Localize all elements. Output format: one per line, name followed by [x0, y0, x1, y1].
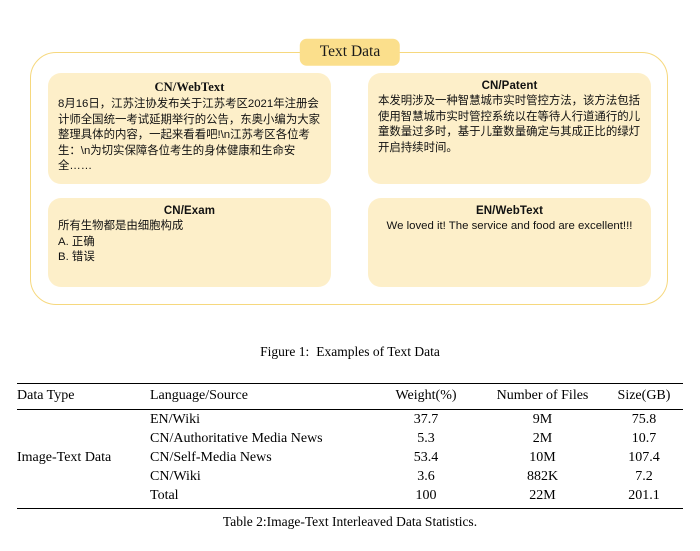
example-card-title: CN/Exam	[163, 204, 216, 217]
table-bottom-rule	[17, 505, 683, 509]
cell-size: 107.4	[628, 449, 660, 465]
cell-source: CN/Authoritative Media News	[150, 430, 323, 446]
example-cards-grid: CN/WebText 8月16日，江苏注协发布关于江苏考区2021年注册会计师全…	[48, 73, 652, 287]
table-row: Image-Text Data EN/Wiki 37.7 9M 75.8	[17, 410, 683, 465]
example-card-title: EN/WebText	[475, 204, 544, 217]
column-header-data-type: Data Type	[17, 384, 150, 410]
figure-caption: Figure 1: Examples of Text Data	[0, 344, 700, 360]
example-card-body: We loved it! The service and food are ex…	[386, 219, 633, 232]
cell-size: 10.7	[631, 430, 657, 446]
example-card-en-webtext: EN/WebText We loved it! The service and …	[368, 197, 651, 287]
table-caption: Table 2:Image-Text Interleaved Data Stat…	[0, 514, 700, 530]
statistics-table: Data Type Language/Source Weight(%) Numb…	[17, 383, 683, 509]
table-header-row: Data Type Language/Source Weight(%) Numb…	[17, 384, 683, 410]
cell-weight: 100	[415, 487, 437, 503]
cell-source: Total	[150, 487, 179, 503]
cell-source: EN/Wiki	[150, 411, 200, 427]
table-body: Image-Text Data EN/Wiki 37.7 9M 75.8 CN/…	[17, 410, 683, 509]
cell-weight: 5.3	[417, 430, 435, 446]
row-group-label-image-text-data: Image-Text Data	[17, 449, 112, 465]
figure-caption-label: Figure 1:	[260, 344, 310, 359]
table-caption-label: Table 2:	[222, 514, 267, 529]
table-caption-text: Image-Text Interleaved Data Statistics.	[266, 514, 478, 529]
cell-size: 7.2	[635, 468, 653, 484]
cell-size: 75.8	[631, 411, 657, 427]
example-card-title: CN/WebText	[154, 80, 225, 94]
cell-files: 2M	[532, 430, 553, 446]
cell-files: 882K	[526, 468, 559, 484]
cell-files: 9M	[532, 411, 553, 427]
cell-files: 22M	[529, 487, 556, 503]
figure-caption-text: Examples of Text Data	[316, 344, 440, 359]
cell-source: CN/Self-Media News	[150, 449, 272, 465]
cell-weight: 53.4	[413, 449, 439, 465]
column-header-weight: Weight(%)	[372, 384, 480, 410]
example-card-cn-exam: CN/Exam 所有生物都是由细胞构成 A. 正确 B. 错误	[48, 197, 331, 287]
cell-weight: 37.7	[413, 411, 439, 427]
cell-source: CN/Wiki	[150, 468, 201, 484]
example-card-body: 所有生物都是由细胞构成 A. 正确 B. 错误	[58, 219, 184, 264]
example-card-title: CN/Patent	[481, 80, 538, 92]
text-data-badge: Text Data	[299, 38, 401, 66]
example-card-cn-patent: CN/Patent 本发明涉及一种智慧城市实时管控方法，该方法包括使用智慧城市实…	[368, 73, 651, 184]
table-header: Data Type Language/Source Weight(%) Numb…	[17, 383, 683, 410]
example-card-body: 本发明涉及一种智慧城市实时管控方法，该方法包括使用智慧城市实时管控系统以在等待人…	[378, 95, 640, 154]
cell-files: 10M	[529, 449, 556, 465]
statistics-table-container: Data Type Language/Source Weight(%) Numb…	[17, 383, 683, 509]
column-header-number-of-files: Number of Files	[480, 384, 605, 410]
example-card-cn-webtext: CN/WebText 8月16日，江苏注协发布关于江苏考区2021年注册会计师全…	[48, 73, 331, 184]
cell-weight: 3.6	[417, 468, 435, 484]
example-card-body: 8月16日，江苏注协发布关于江苏考区2021年注册会计师全国统一考试延期举行的公…	[58, 98, 320, 173]
column-header-size: Size(GB)	[605, 384, 683, 410]
column-header-language-source: Language/Source	[150, 384, 372, 410]
cell-size: 201.1	[628, 487, 660, 503]
